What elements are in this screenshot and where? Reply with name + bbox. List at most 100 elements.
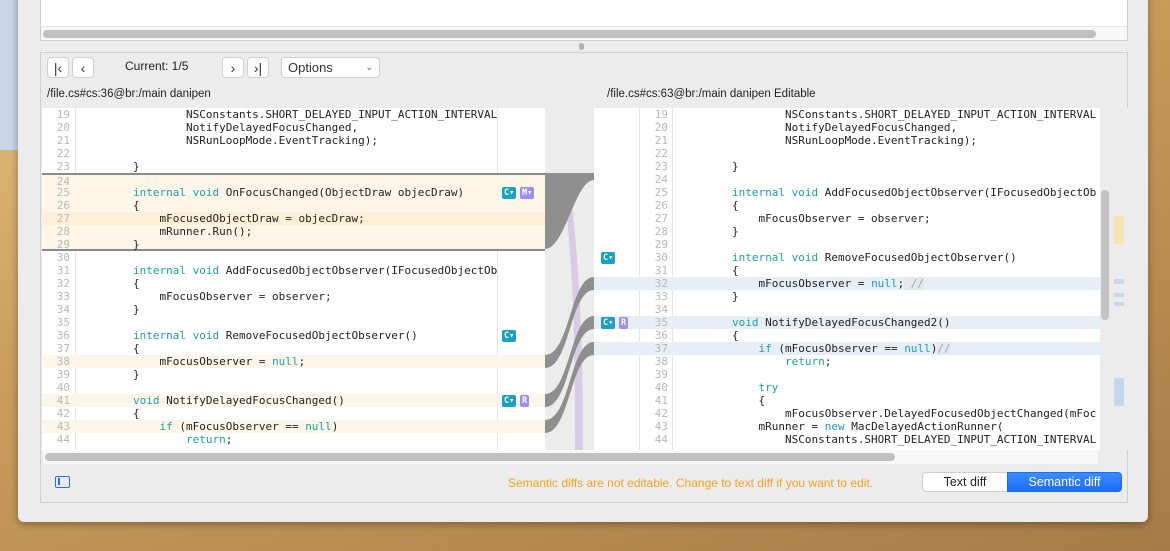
- code-line: 21 NSRunLoopMode.EventTracking);: [42, 134, 545, 147]
- code-token: AddFocusedObjectObserver(IFocusedObjectO…: [818, 186, 1097, 199]
- comment-token: //: [937, 342, 951, 355]
- code-token: RemoveFocusedObjectObserver(): [219, 329, 418, 342]
- code-text: }: [80, 368, 140, 381]
- line-number: 27: [56, 212, 70, 225]
- line-number: 29: [56, 238, 70, 251]
- line-number: 39: [56, 368, 70, 381]
- code-text: NSConstants.SHORT_DELAYED_INPUT_ACTION_I…: [80, 108, 497, 121]
- code-line: 21 NSRunLoopMode.EventTracking);: [594, 134, 1100, 147]
- left-code-pane[interactable]: 19 NSConstants.SHORT_DELAYED_INPUT_ACTIO…: [42, 108, 545, 450]
- line-number: 37: [56, 342, 70, 355]
- code-text: mFocusedObjectDraw = objecDraw;: [80, 212, 364, 225]
- code-token: ;: [824, 355, 832, 368]
- renamed-badge[interactable]: R: [520, 395, 530, 407]
- renamed-badge[interactable]: R: [619, 317, 629, 329]
- code-token: {: [80, 277, 140, 290]
- right-code-pane[interactable]: 19 NSConstants.SHORT_DELAYED_INPUT_ACTIO…: [594, 108, 1100, 450]
- line-number: 42: [56, 407, 70, 420]
- next-diff-button[interactable]: ›: [222, 57, 244, 78]
- previous-diff-button[interactable]: ‹: [72, 57, 94, 78]
- code-token: NSConstants.SHORT_DELAYED_INPUT_ACTION_I…: [679, 433, 1097, 446]
- line-number: 31: [654, 264, 668, 277]
- code-token: NotifyDelayedFocusChanged(): [159, 394, 345, 407]
- code-token: (mFocusObserver ==: [771, 342, 905, 355]
- line-number: 30: [56, 251, 70, 264]
- code-text: NotifyDelayedFocusChanged,: [80, 121, 358, 134]
- code-text: if (mFocusObserver == null): [80, 420, 338, 433]
- code-text: NSConstants.SHORT_DELAYED_INPUT_ACTION_I…: [679, 108, 1096, 121]
- code-line: 22: [594, 147, 1100, 160]
- line-number: 21: [654, 134, 668, 147]
- code-text: internal void AddFocusedObjectObserver(I…: [679, 186, 1096, 199]
- splitter-handle[interactable]: [579, 43, 584, 50]
- line-number: 19: [56, 108, 70, 121]
- vertical-scrollbar[interactable]: [1101, 190, 1109, 320]
- scrollbar-thumb[interactable]: [43, 30, 1097, 38]
- changed-badge[interactable]: C▾: [601, 317, 616, 329]
- changed-badge[interactable]: C▾: [601, 252, 616, 264]
- code-token: {: [80, 342, 140, 355]
- code-text: internal void RemoveFocusedObjectObserve…: [80, 329, 418, 342]
- line-number: 22: [56, 147, 70, 160]
- code-line: 29 }: [42, 238, 545, 251]
- sidebar-toggle-icon[interactable]: [55, 476, 70, 488]
- keyword-token: internal void: [731, 186, 819, 199]
- line-number: 35: [654, 316, 668, 329]
- code-text: return;: [679, 355, 831, 368]
- changed-badge[interactable]: C▾: [502, 187, 517, 199]
- line-number: 35: [56, 316, 70, 329]
- code-token: ;: [298, 355, 306, 368]
- diff-overview-ruler[interactable]: [1112, 108, 1128, 450]
- line-number: 34: [56, 303, 70, 316]
- code-line: 27 mFocusedObjectDraw = objecDraw;: [42, 212, 545, 225]
- code-line: 34: [594, 303, 1100, 316]
- code-line: 25 internal void OnFocusChanged(ObjectDr…: [42, 186, 545, 199]
- code-line: 24: [594, 173, 1100, 186]
- keyword-token: null: [305, 420, 332, 433]
- code-text: mFocusObserver = observer;: [679, 212, 930, 225]
- top-horizontal-scrollbar[interactable]: [41, 26, 1127, 40]
- first-diff-button[interactable]: |‹: [47, 57, 69, 78]
- line-number: 44: [654, 433, 668, 446]
- changed-badge[interactable]: C▾: [502, 395, 517, 407]
- code-token: ;: [225, 433, 233, 446]
- line-number: 20: [654, 121, 668, 134]
- code-text: internal void OnFocusChanged(ObjectDraw …: [80, 186, 464, 199]
- options-dropdown[interactable]: Options ⌄: [281, 57, 380, 78]
- status-message: Semantic diffs are not editable. Change …: [508, 476, 874, 490]
- code-line: 22: [42, 147, 545, 160]
- code-text: void NotifyDelayedFocusChanged2(): [679, 316, 951, 329]
- scrollbar-thumb[interactable]: [45, 453, 895, 461]
- code-text: NSConstants.SHORT_DELAYED_INPUT_ACTION_I…: [679, 433, 1096, 446]
- next-diff-icon: ›: [230, 59, 236, 76]
- code-text: internal void RemoveFocusedObjectObserve…: [679, 251, 1017, 264]
- code-token: NSRunLoopMode.EventTracking);: [679, 134, 978, 147]
- line-number: 27: [654, 212, 668, 225]
- changed-badge[interactable]: C▾: [502, 330, 517, 342]
- horizontal-scrollbar[interactable]: [43, 450, 1098, 464]
- text-diff-button[interactable]: Text diff: [922, 472, 1008, 492]
- code-line: 30 internal void RemoveFocusedObjectObse…: [594, 251, 1100, 264]
- code-line: 41 void NotifyDelayedFocusChanged(): [42, 394, 545, 407]
- line-number: 26: [654, 199, 668, 212]
- line-number: 41: [56, 394, 70, 407]
- code-line: 23 }: [42, 160, 545, 173]
- line-number: 36: [56, 329, 70, 342]
- overview-change-marker: [1114, 293, 1124, 297]
- code-line: 40: [42, 381, 545, 394]
- code-line: 24: [42, 173, 545, 188]
- last-diff-button[interactable]: ›|: [247, 57, 269, 78]
- line-number: 33: [56, 290, 70, 303]
- code-token: (mFocusObserver ==: [172, 420, 306, 433]
- line-number: 26: [56, 199, 70, 212]
- code-line: 42 {: [42, 407, 545, 420]
- code-token: NSConstants.SHORT_DELAYED_INPUT_ACTION_I…: [80, 108, 498, 121]
- semantic-diff-button[interactable]: Semantic diff: [1007, 472, 1122, 492]
- moved-badge[interactable]: M▾: [520, 187, 535, 199]
- line-number: 21: [56, 134, 70, 147]
